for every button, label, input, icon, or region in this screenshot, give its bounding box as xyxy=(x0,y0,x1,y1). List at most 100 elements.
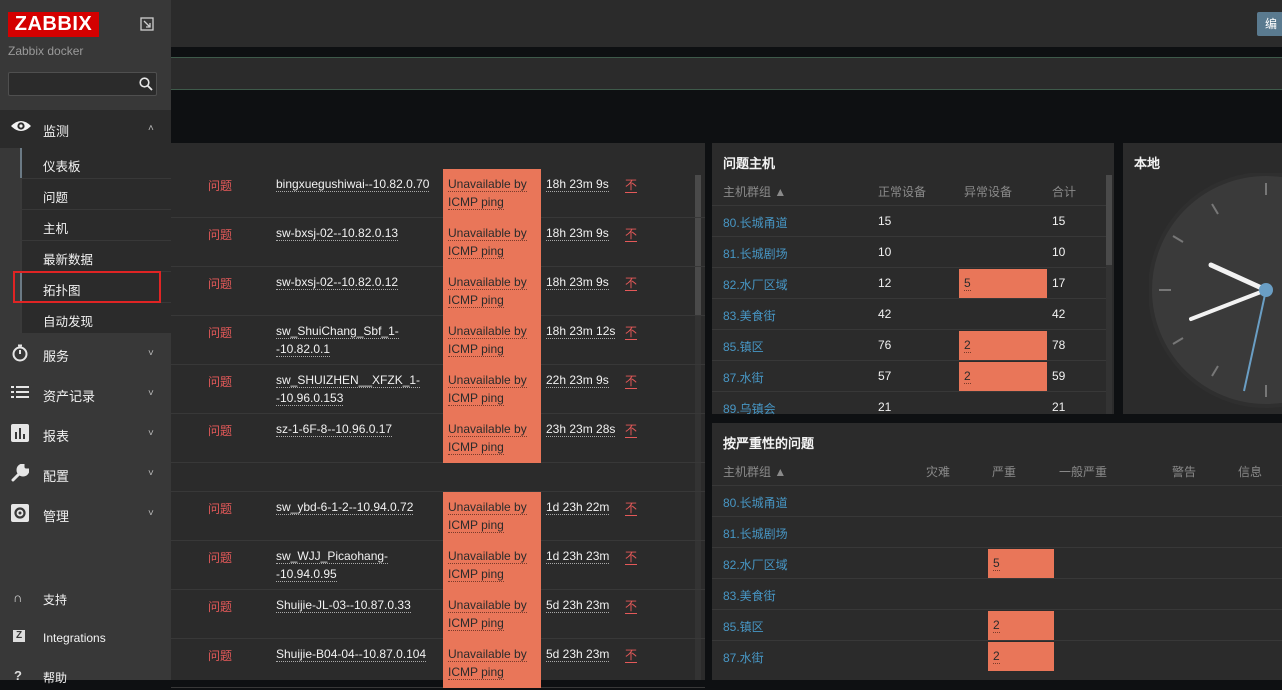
host-link[interactable]: sw-bxsj-02--10.82.0.12 xyxy=(276,273,436,291)
menu-integrations[interactable]: Z Integrations xyxy=(0,628,171,652)
duration-link[interactable]: 22h 23m 9s xyxy=(546,373,609,388)
problem-text: ICMP ping xyxy=(448,567,504,582)
duration-text: 18h 23m 12s xyxy=(546,324,616,339)
search-input[interactable] xyxy=(8,72,157,96)
host-group-link[interactable]: 87.水街 xyxy=(723,649,764,666)
host-link[interactable]: sw_SHUIZHEN__XFZK_1- -10.96.0.153 xyxy=(276,371,436,407)
duration-link[interactable]: 18h 23m 9s xyxy=(546,177,609,192)
host-link[interactable]: Shuijie-JL-03--10.87.0.33 xyxy=(276,596,436,614)
table-row: 问题 sw_ybd-6-1-2--10.94.0.72 Unavailable by… xyxy=(171,492,705,541)
host-group-link[interactable]: 80.长城甬道 xyxy=(723,494,788,511)
host-link[interactable]: sw_WJJ_Picaohang- -10.94.0.95 xyxy=(276,547,436,583)
problem-count-cell[interactable]: 2 xyxy=(959,331,1047,360)
server-name: Zabbix docker xyxy=(8,44,84,58)
host-group-link[interactable]: 82.水厂区域 xyxy=(723,276,788,293)
host-link[interactable]: sw-bxsj-02--10.82.0.13 xyxy=(276,224,436,242)
ack-link[interactable]: 不 xyxy=(625,548,638,565)
host-link[interactable]: sz-1-6F-8--10.96.0.17 xyxy=(276,420,436,438)
host-group-link[interactable]: 81.长城剧场 xyxy=(723,525,788,542)
duration-link[interactable]: 5d 23h 23m xyxy=(546,598,610,613)
sidebar-item-latest-data[interactable]: 最新数据 xyxy=(20,241,171,271)
sidebar-item-discovery[interactable]: 自动发现 xyxy=(20,303,171,333)
scrollbar-thumb[interactable] xyxy=(1106,175,1112,265)
menu-support[interactable]: ∩ 支持 xyxy=(0,588,171,612)
host-group-link[interactable]: 85.镇区 xyxy=(723,338,764,355)
ack-text: 不 xyxy=(625,325,638,340)
host-link[interactable]: sw_ybd-6-1-2--10.94.0.72 xyxy=(276,498,436,516)
search-icon[interactable] xyxy=(139,77,153,91)
collapse-sidebar-icon[interactable] xyxy=(140,17,154,31)
zabbix-logo[interactable]: ZABBIX xyxy=(8,12,99,37)
ack-link[interactable]: 不 xyxy=(625,499,638,516)
problem-count-cell[interactable]: 5 xyxy=(959,269,1047,298)
ack-link[interactable]: 不 xyxy=(625,421,638,438)
sidebar-item-hosts[interactable]: 主机 xyxy=(20,210,171,240)
high-count-cell[interactable]: 2 xyxy=(988,642,1054,671)
problem-cell[interactable]: Unavailable by ICMP ping xyxy=(443,414,541,463)
ack-text: 不 xyxy=(625,599,638,614)
edit-dashboard-button[interactable]: 编 xyxy=(1257,12,1282,36)
host-name-cont: -10.94.0.95 xyxy=(276,567,337,582)
menu-monitoring[interactable]: 监测 ˄ xyxy=(0,110,171,148)
sidebar-item-dashboard[interactable]: 仪表板 xyxy=(20,148,171,178)
ok-count: 10 xyxy=(878,245,892,259)
problem-cell[interactable]: Unavailable by ICMP ping xyxy=(443,316,541,365)
high-count-cell[interactable]: 5 xyxy=(988,549,1054,578)
ack-link[interactable]: 不 xyxy=(625,323,638,340)
problem-cell[interactable]: Unavailable by ICMP ping xyxy=(443,541,541,590)
duration-link[interactable]: 1d 23h 23m xyxy=(546,549,610,564)
table-row: 87.水街 57 2 59 xyxy=(712,360,1106,391)
ack-link[interactable]: 不 xyxy=(625,372,638,389)
total-count: 17 xyxy=(1052,276,1066,290)
host-link[interactable]: bingxuegushiwai--10.82.0.70 xyxy=(276,175,436,193)
host-group-link[interactable]: 82.水厂区域 xyxy=(723,556,788,573)
problem-cell[interactable]: Unavailable by ICMP ping xyxy=(443,218,541,267)
chevron-down-icon: ˅ xyxy=(148,468,154,479)
table-row: 82.水厂区域 12 5 17 xyxy=(712,267,1106,298)
widget-title: 按严重性的问题 xyxy=(723,436,815,451)
host-group-link[interactable]: 83.美食街 xyxy=(723,307,776,324)
ack-link[interactable]: 不 xyxy=(625,225,638,242)
duration-link[interactable]: 18h 23m 12s xyxy=(546,324,616,339)
high-count-cell[interactable]: 2 xyxy=(988,611,1054,640)
menu-administration[interactable]: 管理 ˅ xyxy=(0,495,171,533)
menu-reports[interactable]: 报表 ˅ xyxy=(0,415,171,453)
problem-status: 问题 xyxy=(208,375,233,389)
problem-count-cell[interactable]: 2 xyxy=(959,362,1047,391)
problem-cell[interactable]: Unavailable by ICMP ping xyxy=(443,169,541,218)
duration-link[interactable]: 5d 23h 23m xyxy=(546,647,610,662)
host-group-link[interactable]: 87.水街 xyxy=(723,369,764,386)
menu-inventory[interactable]: 资产记录 ˅ xyxy=(0,375,171,413)
problem-cell[interactable]: Unavailable by ICMP ping xyxy=(443,639,541,688)
duration-link[interactable]: 23h 23m 28s xyxy=(546,422,616,437)
menu-configuration[interactable]: 配置 ˅ xyxy=(0,455,171,493)
host-group-link[interactable]: 89.乌镇会 xyxy=(723,400,776,417)
duration-link[interactable]: 18h 23m 9s xyxy=(546,226,609,241)
menu-services[interactable]: 服务 ˅ xyxy=(0,335,171,373)
column-header-group[interactable]: 主机群组 ▲ xyxy=(723,183,786,200)
host-group-link[interactable]: 83.美食街 xyxy=(723,587,776,604)
duration-link[interactable]: 18h 23m 9s xyxy=(546,275,609,290)
host-link[interactable]: Shuijie-B04-04--10.87.0.104 xyxy=(276,645,436,663)
ack-link[interactable]: 不 xyxy=(625,274,638,291)
sidebar-item-problems[interactable]: 问题 xyxy=(20,179,171,209)
problem-cell[interactable]: Unavailable by ICMP ping xyxy=(443,365,541,414)
gear-icon xyxy=(10,504,30,524)
problem-cell[interactable]: Unavailable by ICMP ping xyxy=(443,590,541,639)
host-group-link[interactable]: 85.镇区 xyxy=(723,618,764,635)
duration-link[interactable]: 1d 23h 22m xyxy=(546,500,610,515)
problem-cell[interactable]: Unavailable by ICMP ping xyxy=(443,267,541,316)
duration-text: 1d 23h 22m xyxy=(546,500,610,515)
host-group-link[interactable]: 81.长城剧场 xyxy=(723,245,788,262)
ack-link[interactable]: 不 xyxy=(625,597,638,614)
host-link[interactable]: sw_ShuiChang_Sbf_1- -10.82.0.1 xyxy=(276,322,436,358)
menu-help[interactable]: ? 帮助 xyxy=(0,666,171,690)
host-group-link[interactable]: 80.长城甬道 xyxy=(723,214,788,231)
table-row: 89.乌镇会 21 21 xyxy=(712,391,1106,422)
ack-link[interactable]: 不 xyxy=(625,176,638,193)
problem-cell[interactable]: Unavailable by ICMP ping xyxy=(443,492,541,541)
menu-label: 管理 xyxy=(43,509,70,524)
column-header-group[interactable]: 主机群组 ▲ xyxy=(723,463,786,480)
ack-link[interactable]: 不 xyxy=(625,646,638,663)
host-name: Shuijie-JL-03--10.87.0.33 xyxy=(276,598,411,613)
